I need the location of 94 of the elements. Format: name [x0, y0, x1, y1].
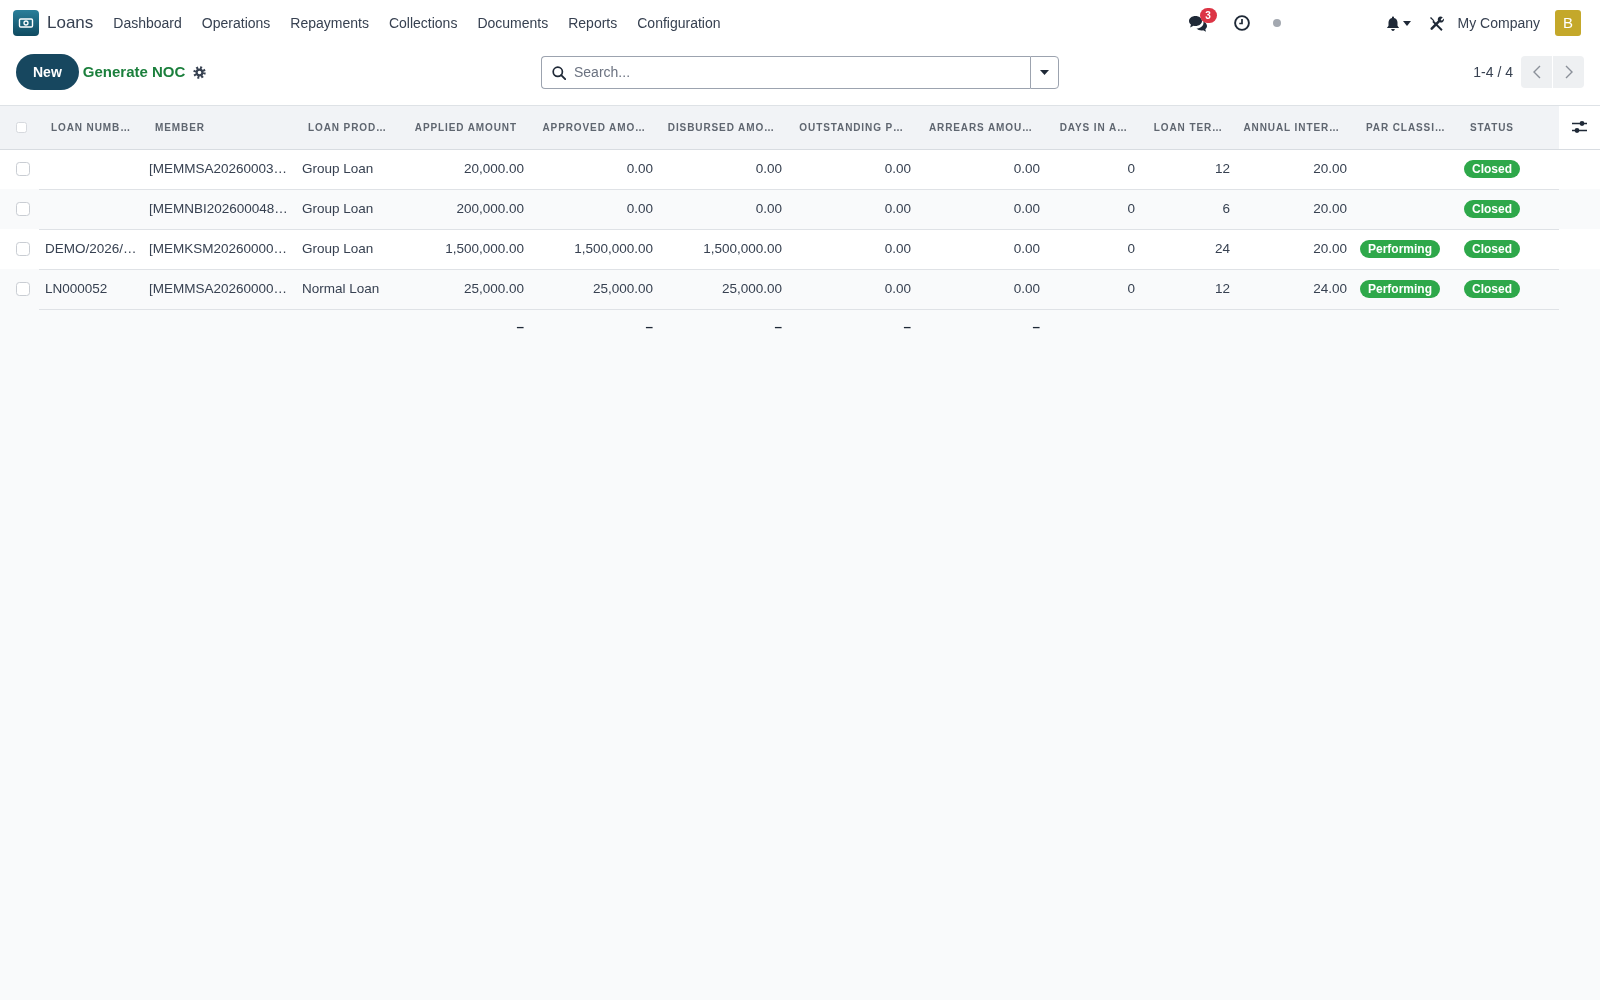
status-badge: Performing	[1360, 239, 1440, 258]
column-header[interactable]: DAYS IN A…	[1047, 106, 1142, 149]
table-cell: 0.00	[531, 149, 660, 189]
column-header[interactable]: LOAN TER…	[1142, 106, 1237, 149]
chat-icon[interactable]	[1187, 14, 1207, 32]
table-cell: LN000052	[39, 269, 143, 309]
menu-item[interactable]: Configuration	[627, 13, 731, 33]
table-cell: 1,500,000.00	[531, 229, 660, 269]
table-cell: Normal Loan	[296, 269, 403, 309]
search-icon	[552, 65, 566, 80]
tools-icon[interactable]	[1428, 15, 1444, 31]
table-cell: 6	[1142, 189, 1237, 229]
table-cell: 0.00	[789, 269, 918, 309]
company-name[interactable]: My Company	[1457, 12, 1540, 34]
table-cell: 0	[1047, 149, 1142, 189]
column-settings-icon[interactable]	[1572, 120, 1587, 135]
checkbox[interactable]	[16, 282, 30, 296]
column-header[interactable]: LOAN NUMB…	[39, 106, 143, 149]
pager-value[interactable]: 1-4 / 4	[1473, 61, 1513, 83]
menu-item[interactable]: Reports	[558, 13, 628, 33]
column-header[interactable]: PAR CLASSI…	[1354, 106, 1458, 149]
status-badge: Closed	[1464, 239, 1520, 258]
table-cell: 0.00	[531, 189, 660, 229]
table-cell: 0.00	[918, 269, 1047, 309]
table-cell: 25,000.00	[531, 269, 660, 309]
menu-item[interactable]: Repayments	[280, 13, 379, 33]
table-cell: 20.00	[1237, 149, 1354, 189]
table-cell: 1,500,000.00	[660, 229, 789, 269]
bell-icon[interactable]	[1385, 15, 1400, 31]
status-badge: Closed	[1464, 199, 1520, 218]
menu-item[interactable]: Operations	[191, 13, 281, 33]
table-cell: 0.00	[789, 149, 918, 189]
table-cell: Group Loan	[296, 229, 403, 269]
column-header[interactable]: MEMBER	[143, 106, 296, 149]
column-header[interactable]: ARREARS AMOU…	[918, 106, 1047, 149]
table-cell: [MEMKSM20260000…	[143, 229, 296, 269]
count-badge: 3	[1199, 7, 1217, 23]
table-cell: [MEMMSA20260003…	[143, 149, 296, 189]
table-cell: 20.00	[1237, 189, 1354, 229]
table-cell: Group Loan	[296, 189, 403, 229]
action-link[interactable]: Generate NOC	[80, 60, 188, 84]
app-logo-icon[interactable]	[13, 10, 39, 36]
status-badge: Performing	[1360, 279, 1440, 298]
table-cell: 0.00	[660, 189, 789, 229]
column-header[interactable]: OUTSTANDING P…	[789, 106, 918, 149]
table-cell: 0	[1047, 229, 1142, 269]
table-cell: 0.00	[660, 149, 789, 189]
checkbox[interactable]	[16, 162, 30, 177]
menu-item[interactable]: Documents	[467, 13, 559, 33]
table-cell: 25,000.00	[403, 269, 531, 309]
column-header[interactable]: STATUS	[1458, 106, 1559, 149]
gear-icon[interactable]	[193, 65, 207, 79]
column-header[interactable]: APPLIED AMOUNT	[403, 106, 531, 149]
status-badge: Closed	[1464, 159, 1520, 178]
new-button[interactable]: New	[16, 54, 79, 90]
column-header[interactable]: DISBURSED AMO…	[660, 106, 789, 149]
menu-item[interactable]: Collections	[378, 13, 468, 33]
table-cell: 0.00	[789, 189, 918, 229]
status-badge: Closed	[1464, 279, 1520, 298]
table-cell: 20.00	[1237, 229, 1354, 269]
table-cell: 0.00	[918, 189, 1047, 229]
table-cell: 25,000.00	[660, 269, 789, 309]
checkbox[interactable]	[16, 121, 27, 133]
table-cell: 0	[1047, 189, 1142, 229]
table-cell: 20,000.00	[403, 149, 531, 189]
checkbox[interactable]	[16, 242, 30, 256]
table-cell: 12	[1142, 269, 1237, 309]
caret-icon[interactable]	[1402, 20, 1411, 26]
caret-icon	[1040, 69, 1049, 75]
table-cell: 12	[1142, 149, 1237, 189]
search-field[interactable]: Search...	[541, 55, 1030, 89]
table-cell: DEMO/2026/…	[39, 229, 143, 269]
status-dot-icon	[1272, 19, 1281, 27]
table-cell: 0.00	[918, 229, 1047, 269]
table-cell: 24.00	[1237, 269, 1354, 309]
table-cell: Group Loan	[296, 149, 403, 189]
checkbox[interactable]	[16, 202, 30, 216]
table-cell: [MEMMSA20260000…	[143, 269, 296, 309]
table-cell: 1,500,000.00	[403, 229, 531, 269]
column-header[interactable]: ANNUAL INTER…	[1237, 106, 1354, 149]
clock-icon[interactable]	[1233, 15, 1250, 31]
table-cell: [MEMNBI202600048…	[143, 189, 296, 229]
column-header[interactable]: APPROVED AMO…	[531, 106, 660, 149]
filter-dropdown-button[interactable]	[1030, 55, 1059, 89]
chevron-right-icon	[1564, 65, 1573, 79]
app-name[interactable]: Loans	[47, 10, 94, 36]
table-cell: 200,000.00	[403, 189, 531, 229]
table-cell: 0	[1047, 269, 1142, 309]
table-cell: 0.00	[789, 229, 918, 269]
table-cell: 0.00	[918, 149, 1047, 189]
menu-item[interactable]: Dashboard	[103, 13, 192, 33]
column-header[interactable]: LOAN PROD…	[296, 106, 403, 149]
table-cell: 24	[1142, 229, 1237, 269]
chevron-left-icon	[1532, 65, 1541, 79]
